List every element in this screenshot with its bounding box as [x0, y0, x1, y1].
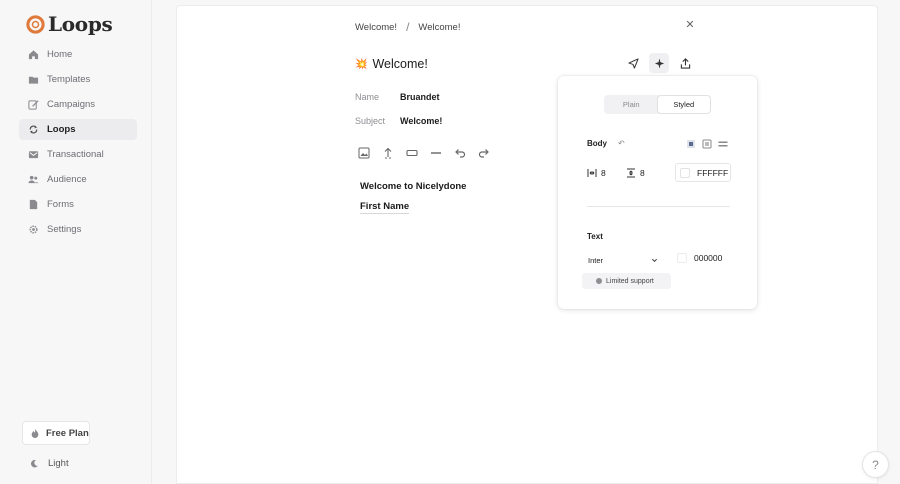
tab-styled[interactable]: Styled	[657, 96, 710, 113]
name-input[interactable]: Bruandet	[400, 92, 440, 102]
mail-icon	[28, 149, 39, 160]
medium-width-icon[interactable]	[702, 139, 712, 149]
breadcrumb-item[interactable]: Welcome!	[355, 22, 397, 33]
padding-y-field[interactable]: 8	[626, 168, 645, 178]
sidebar-item-loops[interactable]: Loops	[19, 119, 137, 140]
theme-toggle[interactable]: Light	[30, 456, 69, 470]
padding-horizontal-icon	[587, 169, 597, 177]
field-label: Name	[355, 92, 380, 102]
send-icon	[627, 57, 639, 69]
send-test-button[interactable]	[623, 53, 643, 73]
sidebar-item-label: Templates	[47, 74, 91, 85]
editor-toolbar	[358, 147, 490, 159]
share-button[interactable]	[675, 53, 695, 73]
sidebar-nav: Home Templates Campaigns Loops Transacti…	[19, 44, 137, 244]
sidebar-item-label: Audience	[47, 174, 87, 185]
sidebar-item-label: Settings	[47, 224, 82, 235]
editor-card: Welcome! / Welcome! ✕ 💥 Welcome! Name Br…	[176, 5, 878, 484]
reset-icon[interactable]: ↶	[618, 139, 625, 148]
users-icon	[28, 174, 39, 185]
redo-icon[interactable]	[478, 147, 490, 159]
app-logo[interactable]: Loops	[26, 12, 113, 36]
help-button[interactable]: ?	[862, 451, 889, 478]
email-body-variable[interactable]: First Name	[360, 201, 410, 214]
divider-icon[interactable]	[430, 147, 442, 159]
image-icon[interactable]	[358, 147, 370, 159]
style-button[interactable]	[649, 53, 669, 73]
app-name: Loops	[48, 12, 113, 36]
free-plan-button[interactable]: Free Plan	[22, 421, 90, 445]
breadcrumb-separator: /	[406, 20, 410, 34]
upload-icon	[680, 57, 690, 69]
flame-icon	[31, 428, 39, 438]
loop-icon	[28, 124, 39, 135]
info-dot-icon	[596, 278, 602, 284]
limited-support-label: Limited support	[606, 277, 654, 285]
limited-support-badge: Limited support	[582, 273, 671, 289]
breadcrumb-item[interactable]: Welcome!	[418, 22, 460, 33]
text-color-swatch[interactable]	[677, 253, 687, 263]
theme-label: Light	[48, 457, 69, 469]
email-body-heading[interactable]: Welcome to Nicelydone	[360, 181, 466, 192]
style-panel: Plain Styled Body ↶ 8 8 FFFFFF Text Inte…	[558, 76, 757, 309]
mode-switch: Plain Styled	[604, 95, 711, 114]
text-section-label: Text	[587, 232, 603, 241]
background-color-swatch[interactable]	[680, 167, 690, 178]
sidebar-item-transactional[interactable]: Transactional	[19, 144, 137, 165]
name-field: Name Bruandet	[355, 92, 440, 102]
sidebar-item-templates[interactable]: Templates	[19, 69, 137, 90]
sidebar-item-label: Loops	[47, 124, 76, 135]
loops-logo-icon	[26, 14, 45, 34]
gear-icon	[28, 224, 39, 235]
panel-divider	[587, 206, 730, 207]
sidebar-item-label: Transactional	[47, 149, 104, 160]
sidebar-item-label: Forms	[47, 199, 74, 210]
pencil-icon	[28, 99, 39, 110]
text-color-field[interactable]: 000000	[677, 253, 722, 263]
sidebar-item-settings[interactable]: Settings	[19, 219, 137, 240]
page-title[interactable]: Welcome!	[372, 57, 427, 71]
sidebar: Loops Home Templates Campaigns Loops Tra…	[0, 0, 152, 484]
folder-icon	[28, 74, 39, 85]
subject-input[interactable]: Welcome!	[400, 116, 442, 126]
background-color-field[interactable]: FFFFFF	[675, 163, 731, 182]
sidebar-item-campaigns[interactable]: Campaigns	[19, 94, 137, 115]
padding-x-field[interactable]: 8	[587, 168, 606, 178]
home-icon	[28, 49, 39, 60]
page-title-row: 💥 Welcome!	[355, 57, 428, 71]
padding-x-value: 8	[601, 168, 606, 178]
body-width-options	[686, 139, 728, 149]
text-color-value: 000000	[694, 253, 723, 263]
field-label: Subject	[355, 116, 386, 126]
subject-field: Subject Welcome!	[355, 116, 442, 126]
padding-vertical-icon	[627, 168, 635, 178]
sidebar-item-audience[interactable]: Audience	[19, 169, 137, 190]
moon-icon	[31, 459, 38, 467]
padding-y-value: 8	[640, 168, 645, 178]
undo-icon[interactable]	[454, 147, 466, 159]
form-icon	[28, 199, 39, 210]
font-select-value: Inter	[588, 255, 604, 265]
text-cursor-icon[interactable]	[382, 147, 394, 159]
button-block-icon[interactable]	[406, 147, 418, 159]
sidebar-item-label: Home	[47, 49, 73, 60]
background-color-value: FFFFFF	[697, 167, 729, 178]
full-width-icon[interactable]	[718, 139, 728, 149]
breadcrumb: Welcome! / Welcome!	[355, 20, 460, 34]
free-plan-label: Free Plan	[46, 427, 89, 439]
body-section-label: Body	[587, 139, 607, 148]
sidebar-item-label: Campaigns	[47, 99, 96, 110]
help-icon: ?	[872, 457, 879, 472]
close-icon[interactable]: ✕	[684, 18, 696, 31]
font-select[interactable]: Inter	[584, 252, 662, 268]
narrow-width-icon[interactable]	[686, 139, 696, 149]
sparkle-icon	[654, 57, 664, 69]
editor-top-tools	[623, 53, 695, 73]
sidebar-item-home[interactable]: Home	[19, 44, 137, 65]
tab-plain[interactable]: Plain	[605, 96, 658, 113]
title-emoji[interactable]: 💥	[355, 59, 367, 70]
sidebar-item-forms[interactable]: Forms	[19, 194, 137, 215]
chevron-down-icon	[651, 258, 658, 262]
